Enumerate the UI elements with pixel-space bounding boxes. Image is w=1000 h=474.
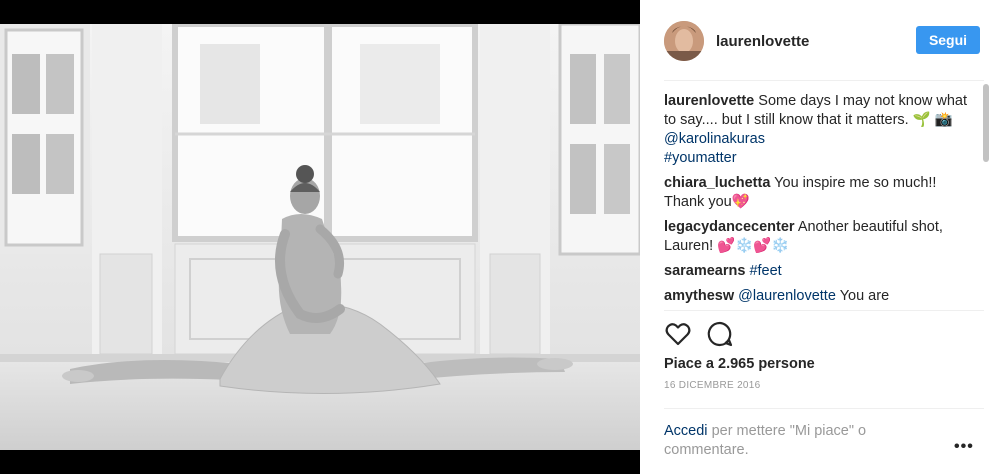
login-link[interactable]: Accedi [664, 423, 708, 439]
comment-icon[interactable] [706, 320, 734, 348]
follow-button[interactable]: Segui [916, 26, 980, 54]
more-options-icon[interactable]: ••• [954, 438, 974, 456]
comment-mention-link[interactable]: @laurenlovette [738, 288, 836, 304]
heart-icon[interactable] [664, 320, 692, 348]
comment-username[interactable]: legacydancecenter [664, 219, 795, 235]
login-prompt: Accedi per mettere "Mi piace" o commenta… [664, 422, 904, 460]
caption-username[interactable]: laurenlovette [664, 93, 754, 109]
divider [664, 80, 984, 81]
comment-item: legacydancecenter Another beautiful shot… [664, 218, 976, 256]
likes-count[interactable]: Piace a 2.965 persone [664, 356, 815, 372]
caption-mention-link[interactable]: @karolinakuras [664, 131, 765, 147]
post-image-pane [0, 0, 640, 474]
post-header: laurenlovette Segui [664, 18, 984, 64]
comment-text: You are [839, 288, 890, 304]
avatar-image [664, 21, 704, 61]
comment-item: saramearns #feet [664, 262, 976, 281]
post-author-username[interactable]: laurenlovette [716, 33, 809, 50]
comment-username[interactable]: amythesw [664, 288, 734, 304]
comments-list: laurenlovette Some days I may not know w… [664, 92, 976, 306]
divider [664, 408, 984, 409]
comments-scrollbar[interactable] [983, 84, 989, 162]
comment-item: chiara_luchetta You inspire me so much!!… [664, 174, 976, 212]
comment-username[interactable]: saramearns [664, 263, 745, 279]
divider [664, 310, 984, 311]
post-actions [664, 318, 734, 350]
comment-hashtag-link[interactable]: #feet [749, 263, 781, 279]
ballerina-photo [0, 24, 640, 450]
comment-item: amythesw @laurenlovette You are [664, 287, 976, 306]
caption: laurenlovette Some days I may not know w… [664, 92, 976, 168]
caption-hashtag-link[interactable]: #youmatter [664, 150, 737, 166]
avatar[interactable] [664, 21, 704, 61]
post-photo[interactable] [0, 24, 640, 450]
post-date: 16 DICEMBRE 2016 [664, 380, 761, 391]
comment-username[interactable]: chiara_luchetta [664, 175, 770, 191]
